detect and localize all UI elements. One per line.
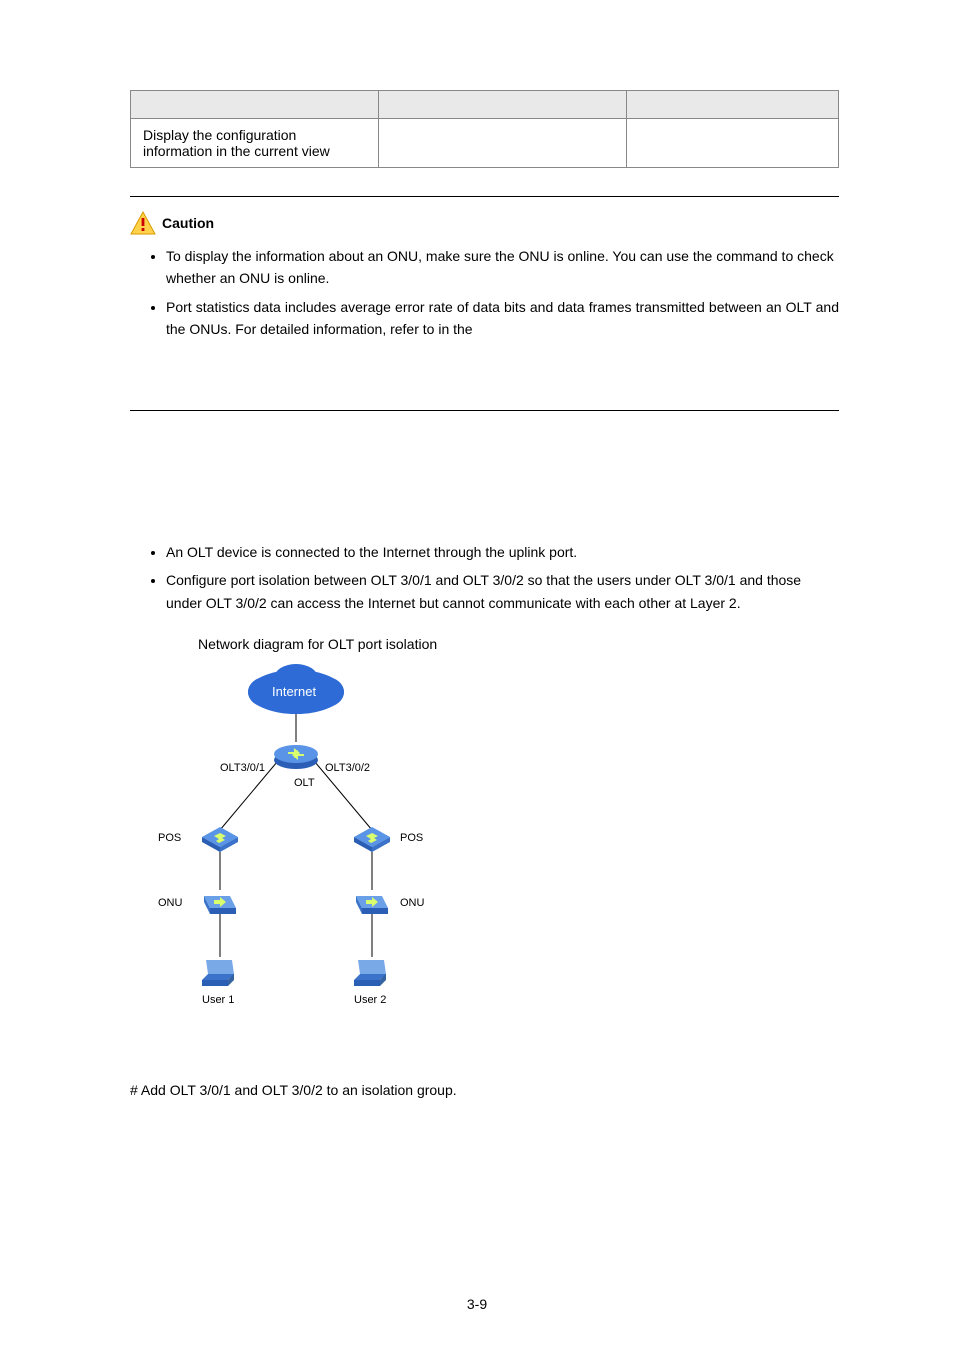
label-user1: User 1 (202, 994, 234, 1006)
table-cell-3 (626, 119, 838, 168)
page-number: 3-9 (0, 1296, 954, 1312)
table-row: Display the configuration information in… (131, 119, 839, 168)
table-cell-desc: Display the configuration information in… (131, 119, 379, 168)
olt-router-icon (274, 745, 318, 769)
onu-left-icon (204, 896, 236, 914)
label-olt-right: OLT3/0/2 (325, 762, 370, 774)
caution-item-2: Port statistics data includes average er… (166, 296, 839, 341)
warning-icon (130, 211, 156, 235)
user2-pc-icon (354, 960, 386, 986)
label-onu-left: ONU (158, 897, 182, 909)
procedure-step: # Add OLT 3/0/1 and OLT 3/0/2 to an isol… (130, 1082, 839, 1098)
label-pos-left: POS (158, 832, 181, 844)
label-pos-right: POS (400, 832, 423, 844)
caution-text-1a: To display the information about an ONU,… (166, 248, 716, 264)
caution-item-1: To display the information about an ONU,… (166, 245, 839, 290)
table-cell-2 (378, 119, 626, 168)
list-item: An OLT device is connected to the Intern… (166, 541, 839, 563)
network-diagram: Internet OLT3/0/1 OLT3/0/2 OLT POS POS O… (132, 662, 452, 1032)
list-item: Configure port isolation between OLT 3/0… (166, 569, 839, 614)
label-user2: User 2 (354, 994, 386, 1006)
diagram-svg (132, 662, 452, 1032)
onu-right-icon (356, 896, 388, 914)
caution-text-2a: Port statistics data includes average er… (166, 299, 839, 337)
caution-title: Caution (162, 215, 214, 231)
user1-pc-icon (202, 960, 234, 986)
table-header-1 (131, 91, 379, 119)
table-header-3 (626, 91, 838, 119)
label-internet: Internet (272, 684, 316, 699)
label-olt-left: OLT3/0/1 (220, 762, 265, 774)
label-onu-right: ONU (400, 897, 424, 909)
caution-text-2b: in the (438, 321, 472, 337)
label-olt: OLT (294, 777, 315, 789)
pos-right-icon (354, 827, 390, 852)
config-table: Display the configuration information in… (130, 90, 839, 168)
pos-left-icon (202, 827, 238, 852)
caution-block: Caution To display the information about… (130, 196, 839, 411)
table-header-2 (378, 91, 626, 119)
figure-caption: Network diagram for OLT port isolation (198, 636, 839, 652)
